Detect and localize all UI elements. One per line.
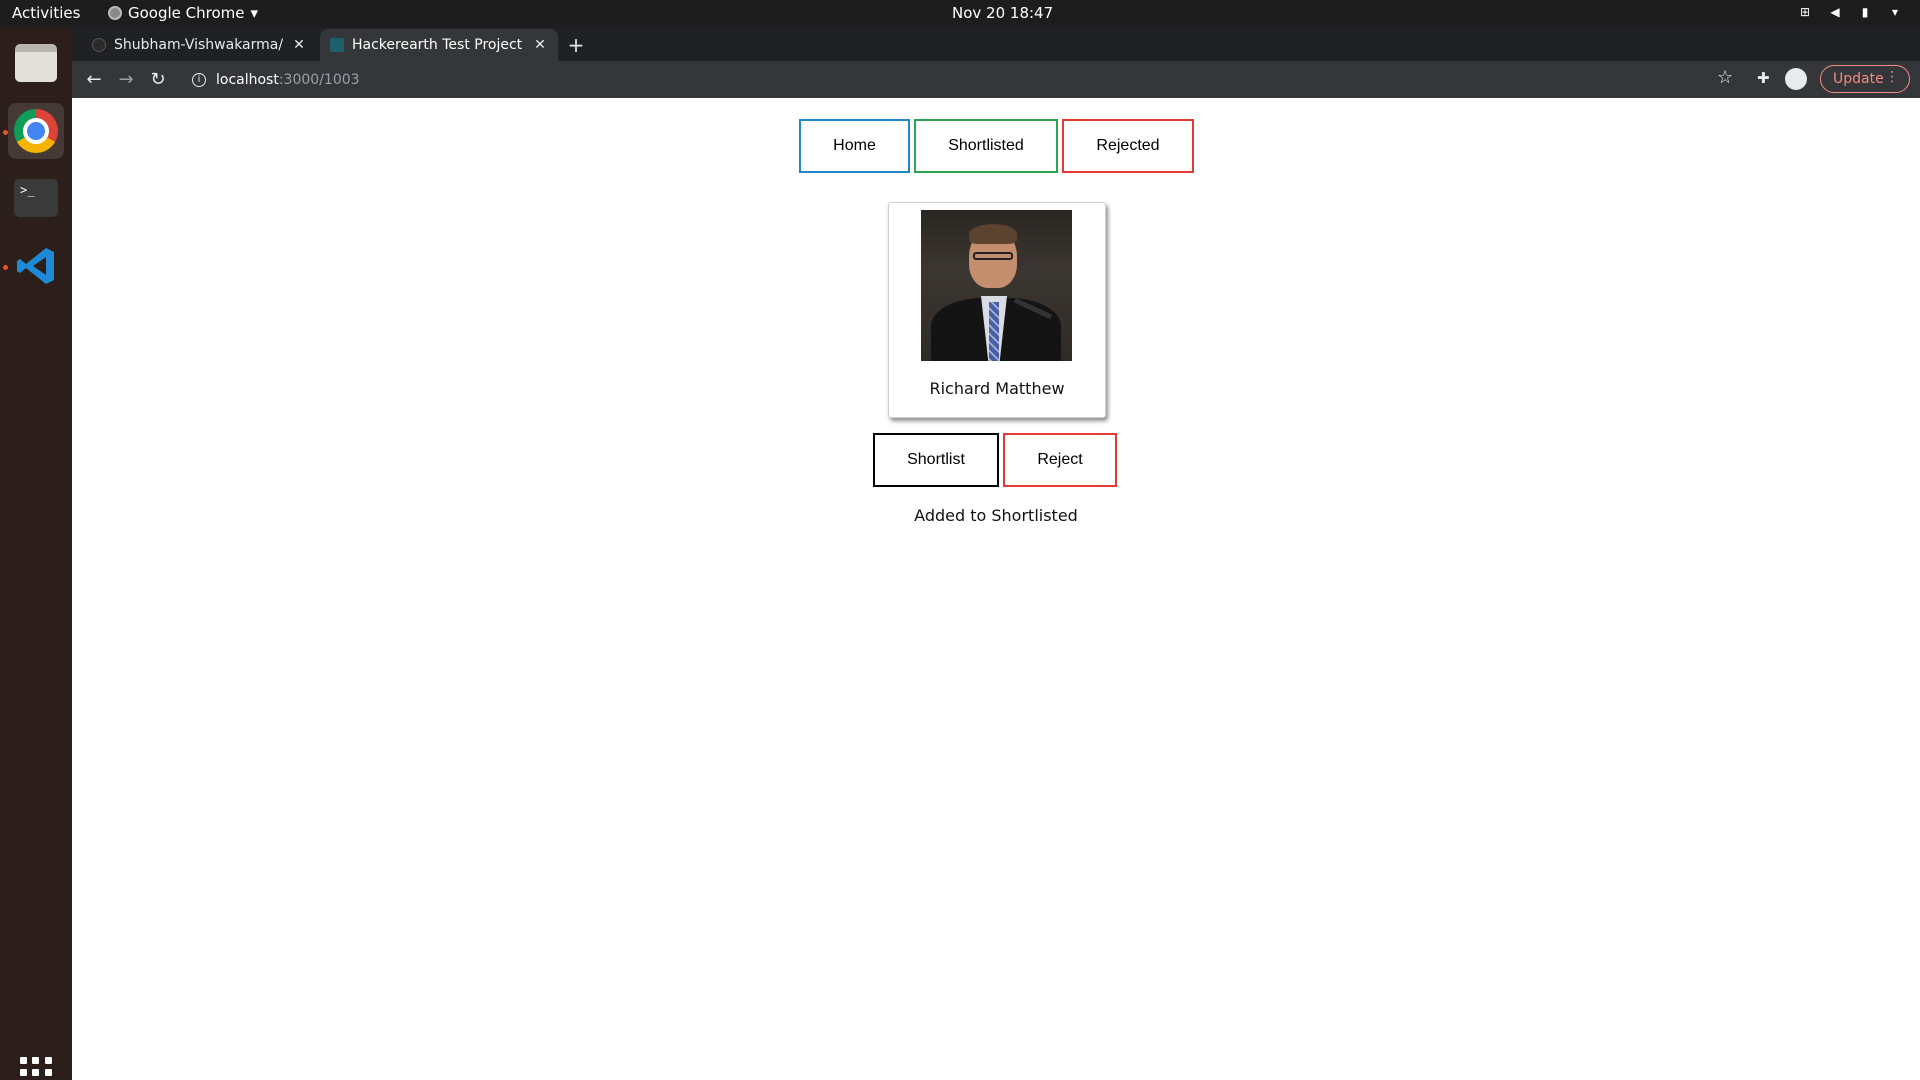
status-message: Added to Shortlisted bbox=[914, 506, 1078, 525]
volume-icon[interactable]: ◀ bbox=[1828, 5, 1842, 19]
chevron-down-icon[interactable]: ▾ bbox=[1888, 5, 1902, 19]
close-icon[interactable]: ✕ bbox=[532, 37, 548, 53]
tab-github[interactable]: Shubham-Vishwakarma/F ✕ bbox=[82, 29, 317, 61]
vscode-icon bbox=[17, 248, 54, 284]
tab-hackerearth[interactable]: Hackerearth Test Project ✕ bbox=[320, 29, 558, 61]
tab-title: Hackerearth Test Project bbox=[352, 37, 523, 53]
chrome-icon bbox=[108, 6, 122, 20]
chrome-icon bbox=[14, 109, 58, 153]
files-launcher[interactable] bbox=[8, 35, 64, 91]
candidate-photo bbox=[921, 210, 1072, 361]
candidate-card: Richard Matthew bbox=[888, 202, 1106, 418]
update-label: Update bbox=[1833, 71, 1884, 87]
close-icon[interactable]: ✕ bbox=[291, 37, 307, 53]
network-icon[interactable]: ⊞ bbox=[1798, 5, 1812, 19]
app-menu[interactable]: Google Chrome ▾ bbox=[108, 4, 258, 22]
reload-icon[interactable]: ↻ bbox=[146, 68, 170, 92]
reject-button[interactable]: Reject bbox=[1003, 433, 1117, 487]
terminal-icon: >_ bbox=[14, 179, 58, 217]
shortlisted-button[interactable]: Shortlisted bbox=[914, 119, 1058, 173]
more-menu-icon[interactable]: ⋮ bbox=[1885, 69, 1899, 85]
update-button[interactable]: Update ⋮ bbox=[1820, 65, 1910, 93]
clock[interactable]: Nov 20 18:47 bbox=[952, 4, 1053, 22]
chevron-down-icon: ▾ bbox=[250, 4, 259, 22]
terminal-launcher[interactable]: >_ bbox=[8, 170, 64, 226]
tab-title: Shubham-Vishwakarma/F bbox=[114, 37, 283, 53]
files-icon bbox=[15, 44, 57, 82]
back-icon[interactable]: ← bbox=[82, 68, 106, 92]
system-tray[interactable]: ⊞ ◀ ▮ ▾ bbox=[1798, 5, 1902, 19]
new-tab-icon[interactable]: + bbox=[564, 33, 588, 57]
battery-icon[interactable]: ▮ bbox=[1858, 5, 1872, 19]
tab-bar: Shubham-Vishwakarma/F ✕ Hackerearth Test… bbox=[72, 27, 1920, 61]
react-icon bbox=[330, 38, 344, 52]
vscode-launcher[interactable] bbox=[8, 238, 64, 294]
activities-button[interactable]: Activities bbox=[12, 4, 80, 22]
info-icon[interactable]: i bbox=[192, 73, 206, 87]
bookmark-star-icon[interactable]: ☆ bbox=[1717, 67, 1733, 88]
extensions-icon[interactable]: ✚ bbox=[1757, 69, 1770, 87]
chrome-launcher[interactable] bbox=[8, 103, 64, 159]
github-icon bbox=[92, 38, 106, 52]
forward-icon[interactable]: → bbox=[114, 68, 138, 92]
profile-avatar-icon[interactable] bbox=[1785, 68, 1807, 90]
url-text: localhost:3000/1003 bbox=[216, 72, 360, 88]
shortlist-button[interactable]: Shortlist bbox=[873, 433, 999, 487]
page-content: Home Shortlisted Rejected Richard Matthe… bbox=[72, 98, 1920, 1080]
address-bar[interactable]: i localhost:3000/1003 bbox=[184, 65, 1839, 95]
home-button[interactable]: Home bbox=[799, 119, 910, 173]
show-applications-icon[interactable] bbox=[20, 1057, 52, 1080]
app-menu-label: Google Chrome bbox=[128, 4, 245, 22]
browser-toolbar: ← → ↻ i localhost:3000/1003 ☆ ✚ Update ⋮ bbox=[72, 61, 1920, 98]
system-top-bar: Activities Google Chrome ▾ Nov 20 18:47 … bbox=[0, 0, 1920, 27]
rejected-button[interactable]: Rejected bbox=[1062, 119, 1194, 173]
dock: >_ bbox=[0, 27, 72, 1080]
status-message-container: Added to Shortlisted bbox=[72, 506, 1920, 525]
candidate-name: Richard Matthew bbox=[929, 379, 1065, 398]
